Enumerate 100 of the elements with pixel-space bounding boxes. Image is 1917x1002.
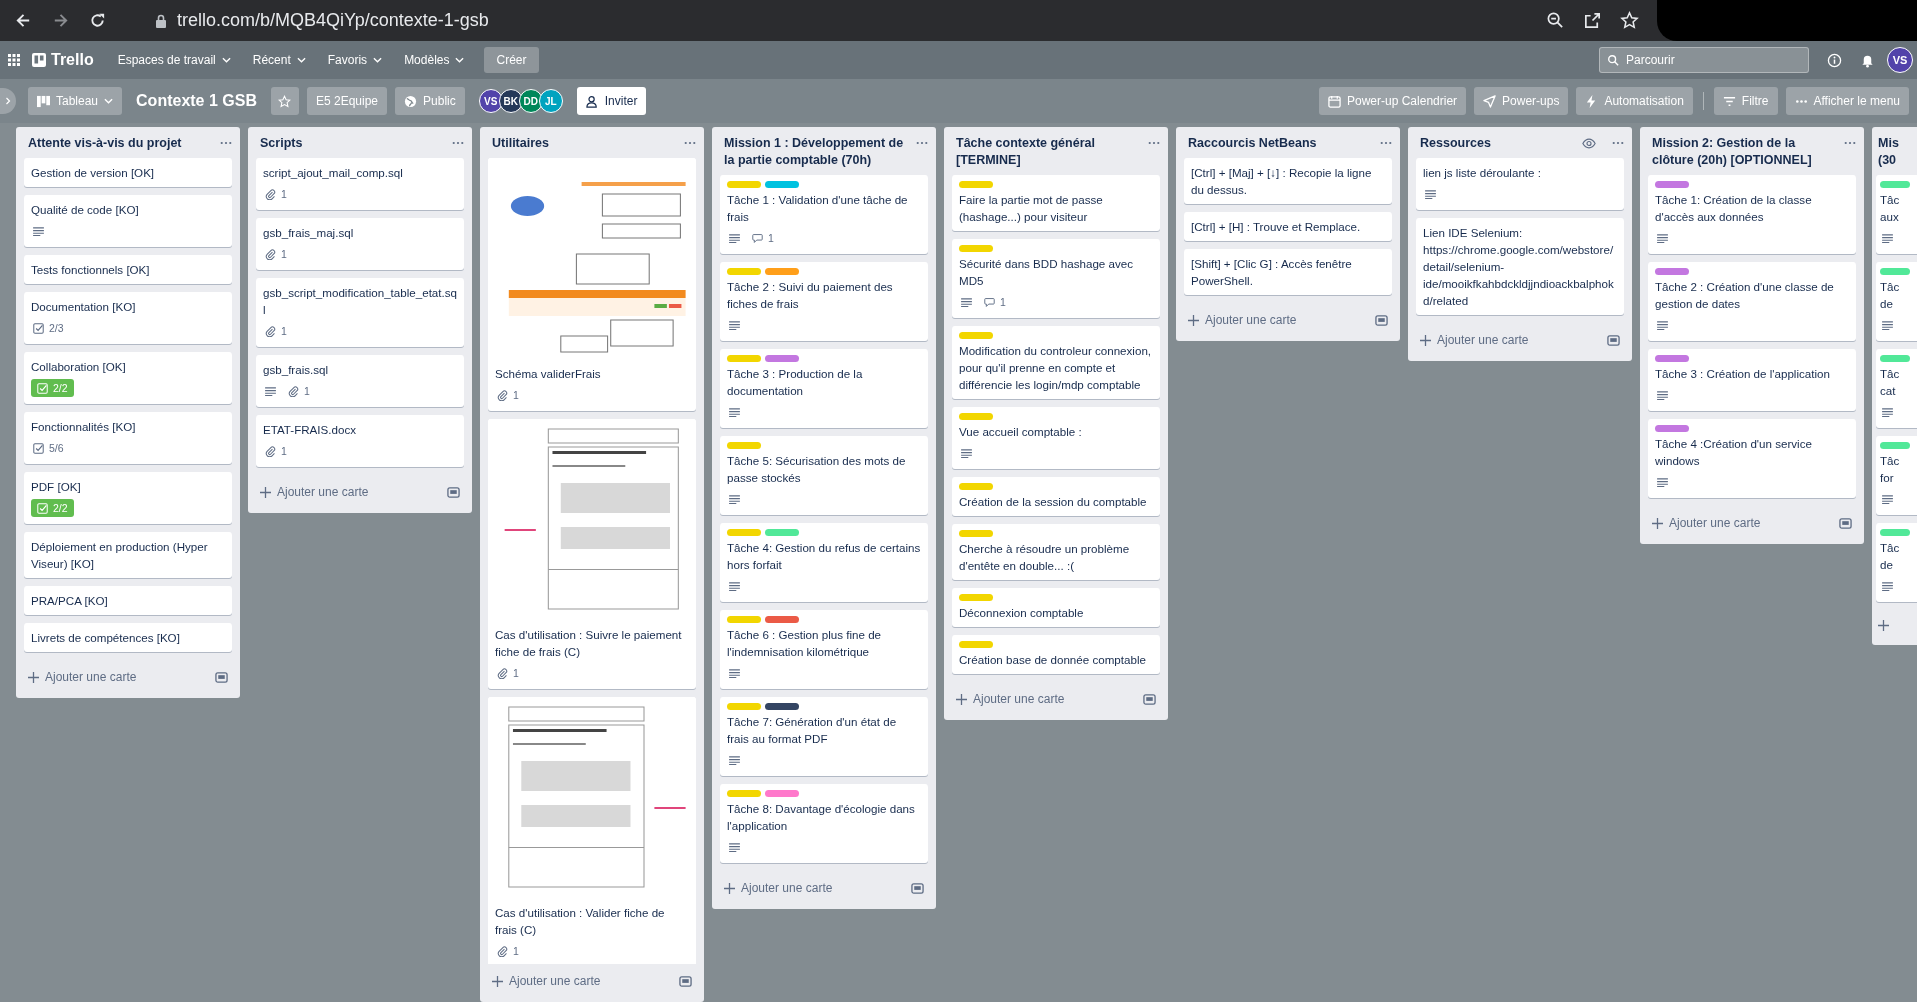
- add-card-button[interactable]: Ajouter une carte: [1184, 307, 1371, 333]
- more-button[interactable]: [1148, 141, 1160, 145]
- card[interactable]: PDF [OK] 2/2: [24, 472, 232, 524]
- list-title[interactable]: Mis (30: [1878, 135, 1915, 169]
- add-card-button[interactable]: Ajouter une carte: [952, 686, 1139, 712]
- card[interactable]: Schéma validerFrais 1: [488, 158, 696, 411]
- apps-icon[interactable]: [8, 54, 20, 66]
- more-button[interactable]: [684, 141, 696, 145]
- more-button[interactable]: [1844, 141, 1856, 145]
- card[interactable]: Cherche à résoudre un problème d'entête en double... :(: [952, 524, 1160, 580]
- more-button[interactable]: [220, 141, 232, 145]
- card[interactable]: script_ajout_mail_comp.sql 1: [256, 158, 464, 210]
- zoom-icon[interactable]: [1546, 11, 1565, 30]
- card[interactable]: Tâche 1 : Validation d'une tâche de frais 1: [720, 175, 928, 254]
- card[interactable]: Collaboration [OK] 2/2: [24, 352, 232, 404]
- nav-menu[interactable]: Espaces de travail: [109, 47, 239, 73]
- list-title[interactable]: Raccourcis NetBeans: [1188, 135, 1374, 152]
- card[interactable]: Tâche 8: Davantage d'écologie dans l'application: [720, 784, 928, 863]
- list-title[interactable]: Ressources: [1420, 135, 1576, 152]
- list-title[interactable]: Scripts: [260, 135, 446, 152]
- logo[interactable]: Trello: [32, 51, 94, 69]
- card[interactable]: Cas d'utilisation : Suivre le paiement fiche de frais (C) 1: [488, 419, 696, 689]
- card[interactable]: Tâc cat: [1876, 349, 1917, 428]
- card[interactable]: Tâc de: [1876, 262, 1917, 341]
- card[interactable]: Tâche 3 : Création de l'application: [1648, 349, 1856, 411]
- card[interactable]: [Shift] + [Clic G] : Accès fenêtre PowerShell.: [1184, 249, 1392, 295]
- card[interactable]: Modification du controleur connexion, pour qu'il prenne en compte et différencie les login/mdp comptable: [952, 326, 1160, 399]
- template-icon[interactable]: [1607, 333, 1620, 347]
- bookmark-star-icon[interactable]: [1620, 11, 1639, 30]
- template-icon[interactable]: [447, 485, 460, 499]
- list-title[interactable]: Utilitaires: [492, 135, 678, 152]
- card[interactable]: Création base de donnée comptable: [952, 635, 1160, 674]
- card[interactable]: Vue accueil comptable :: [952, 407, 1160, 469]
- card[interactable]: Tâc for: [1876, 436, 1917, 515]
- card[interactable]: Cas d'utilisation : Valider fiche de frais (C) 1: [488, 697, 696, 964]
- template-icon[interactable]: [679, 974, 692, 988]
- card[interactable]: Création de la session du comptable: [952, 477, 1160, 516]
- card[interactable]: [Ctrl] + [H] : Trouve et Remplace.: [1184, 212, 1392, 241]
- card[interactable]: Tâc de: [1876, 523, 1917, 602]
- list-title[interactable]: Attente vis-à-vis du projet: [28, 135, 214, 152]
- card[interactable]: Tâche 6 : Gestion plus fine de l'indemnisation kilométrique: [720, 610, 928, 689]
- more-button[interactable]: [1380, 141, 1392, 145]
- card[interactable]: Tâche 4: Gestion du refus de certains hors forfait: [720, 523, 928, 602]
- add-card-button[interactable]: Ajouter une carte: [256, 479, 443, 505]
- member-avatar[interactable]: VS: [478, 89, 503, 113]
- card[interactable]: Tests fonctionnels [OK]: [24, 255, 232, 284]
- list-title[interactable]: Tâche contexte général [TERMINE]: [956, 135, 1142, 169]
- add-card-button[interactable]: Ajouter une carte: [1416, 327, 1603, 353]
- card[interactable]: Gestion de version [OK]: [24, 158, 232, 187]
- card[interactable]: Déconnexion comptable: [952, 588, 1160, 627]
- add-card-button[interactable]: Ajouter une carte: [24, 664, 211, 690]
- member-avatar[interactable]: BK: [498, 89, 523, 113]
- card[interactable]: Tâche 2 : Création d'une classe de gestion de dates: [1648, 262, 1856, 341]
- invite-button[interactable]: Inviter: [576, 87, 647, 115]
- nav-menu[interactable]: Récent: [244, 47, 314, 73]
- card[interactable]: [Ctrl] + [Maj] + [↓] : Recopie la ligne du dessus.: [1184, 158, 1392, 204]
- board-title[interactable]: Contexte 1 GSB: [130, 92, 263, 110]
- member-avatar[interactable]: DD: [518, 89, 543, 113]
- add-card-button[interactable]: Ajouter une carte: [488, 968, 675, 994]
- info-icon[interactable]: [1827, 52, 1842, 68]
- template-icon[interactable]: [1143, 692, 1156, 706]
- card[interactable]: Lien IDE Selenium: https://chrome.google.com/webstore/detail/selenium-ide/mooikfkahbdckldjjndioackbalphokd/related: [1416, 218, 1624, 315]
- card[interactable]: PRA/PCA [KO]: [24, 586, 232, 615]
- card[interactable]: Qualité de code [KO]: [24, 195, 232, 247]
- card[interactable]: gsb_script_modification_table_etat.sql 1: [256, 278, 464, 347]
- reload-icon[interactable]: [88, 11, 107, 30]
- template-icon[interactable]: [215, 670, 228, 684]
- more-button[interactable]: [452, 141, 464, 145]
- card[interactable]: ETAT-FRAIS.docx 1: [256, 415, 464, 467]
- nav-menu[interactable]: Modèles: [396, 47, 473, 73]
- star-button[interactable]: [270, 87, 299, 115]
- card[interactable]: lien js liste déroulante :: [1416, 158, 1624, 210]
- card[interactable]: Tâche 5: Sécurisation des mots de passe stockés: [720, 436, 928, 515]
- card[interactable]: Tâche 3 : Production de la documentation: [720, 349, 928, 428]
- card[interactable]: gsb_frais.sql 1: [256, 355, 464, 407]
- template-icon[interactable]: [1375, 313, 1388, 327]
- template-icon[interactable]: [1839, 516, 1852, 530]
- template-icon[interactable]: [911, 881, 924, 895]
- nav-menu[interactable]: Favoris: [319, 47, 391, 73]
- card[interactable]: Fonctionnalités [KO] 5/6: [24, 412, 232, 464]
- card[interactable]: Faire la partie mot de passe (hashage...) pour visiteur: [952, 175, 1160, 231]
- card[interactable]: Tâche 1: Création de la classe d'accès aux données: [1648, 175, 1856, 254]
- expand-sidebar-button[interactable]: [0, 88, 16, 114]
- card[interactable]: gsb_frais_maj.sql 1: [256, 218, 464, 270]
- card[interactable]: Tâche 2 : Suivi du paiement des fiches de frais: [720, 262, 928, 341]
- card[interactable]: Livrets de compétences [KO]: [24, 623, 232, 652]
- card[interactable]: Documentation [KO] 2/3: [24, 292, 232, 344]
- user-avatar[interactable]: VS: [1887, 47, 1913, 73]
- add-card-button[interactable]: Ajouter une carte: [1648, 510, 1835, 536]
- card[interactable]: Tâc aux: [1876, 175, 1917, 254]
- add-card-button[interactable]: Ajouter une carte: [720, 875, 907, 901]
- card[interactable]: Tâche 4 :Création d'un service windows: [1648, 419, 1856, 498]
- share-icon[interactable]: [1583, 11, 1602, 30]
- address-bar[interactable]: trello.com/b/MQB4QiYp/contexte-1-gsb: [125, 10, 1528, 31]
- card[interactable]: Tâche 7: Génération d'un état de frais au format PDF: [720, 697, 928, 776]
- more-button[interactable]: [916, 141, 928, 145]
- list-title[interactable]: Mission 1 : Développement de la partie comptable (70h): [724, 135, 910, 169]
- card[interactable]: Sécurité dans BDD hashage avec MD5 1: [952, 239, 1160, 318]
- more-button[interactable]: [1612, 141, 1624, 145]
- card[interactable]: Déploiement en production (Hyper Viseur) [KO]: [24, 532, 232, 578]
